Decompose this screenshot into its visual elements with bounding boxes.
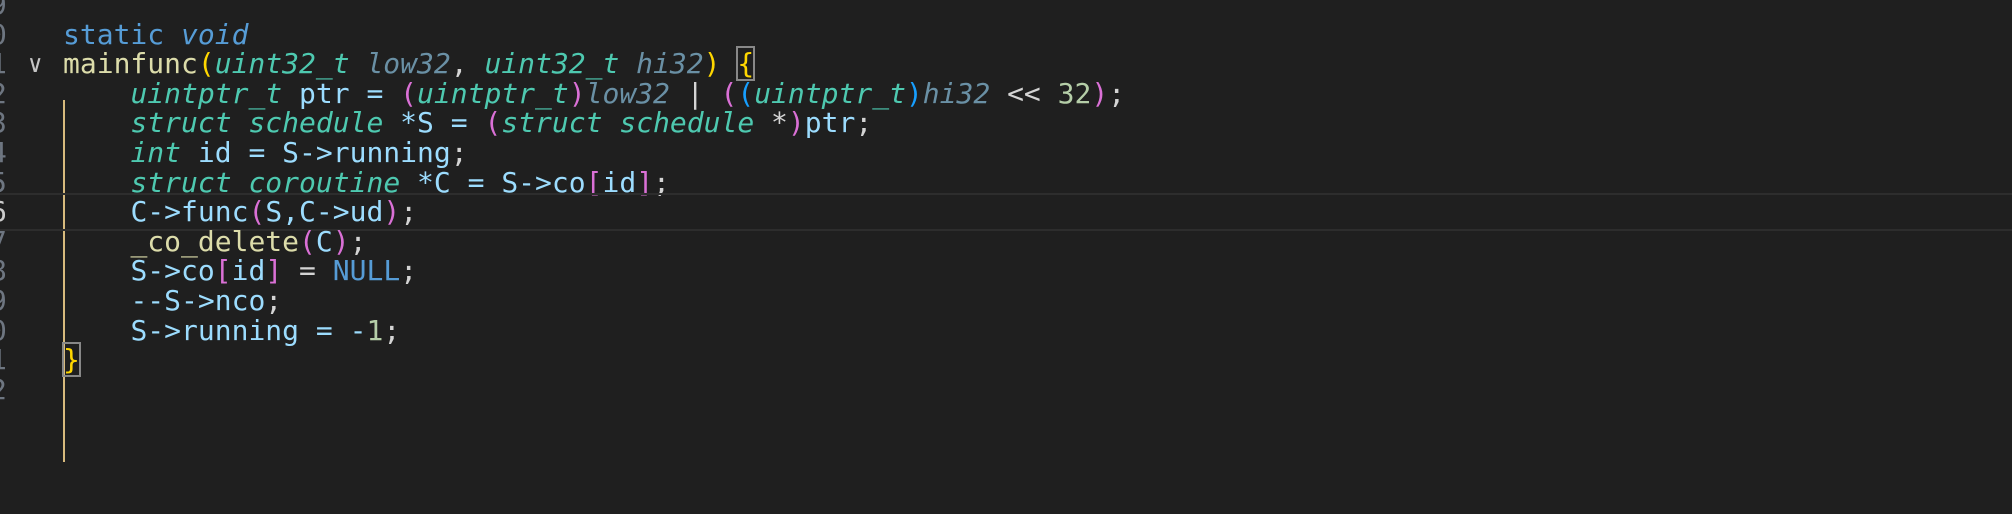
code-line[interactable]: 2 — [0, 371, 2012, 409]
code-editor[interactable]: 90static void1∨mainfunc(uint32_t low32, … — [0, 0, 2012, 514]
line-number: 2 — [0, 371, 10, 409]
